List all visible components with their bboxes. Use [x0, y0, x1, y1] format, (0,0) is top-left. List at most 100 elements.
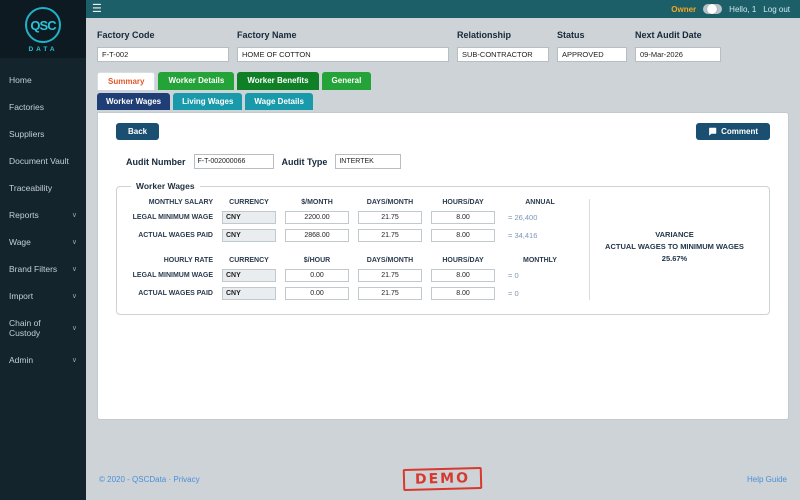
monthly-actual-currency-input[interactable] [222, 229, 276, 242]
sidebar-item-import[interactable]: Import ∨ [0, 282, 86, 309]
chevron-down-icon: ∨ [72, 265, 77, 273]
variance-value: 25.67% [596, 253, 753, 265]
comment-button-label: Comment [721, 127, 758, 136]
hourly-legal-monthly-total: = 0 [504, 271, 576, 280]
sidebar-item-label: Brand Filters [9, 264, 57, 274]
privacy-link[interactable]: Privacy [173, 475, 199, 484]
relationship-input[interactable] [457, 47, 549, 62]
sidebar-item-label: Wage [9, 237, 31, 247]
toggle-knob-icon [707, 4, 717, 14]
hourly-legal-amount-input[interactable] [285, 269, 349, 282]
theme-toggle[interactable] [703, 4, 722, 14]
monthly-actual-amount-input[interactable] [285, 229, 349, 242]
monthly-legal-currency-input[interactable] [222, 211, 276, 224]
chevron-down-icon: ∨ [72, 356, 77, 364]
audit-type-input[interactable] [335, 154, 401, 169]
user-role-label: Owner [671, 5, 696, 14]
monthly-legal-amount-input[interactable] [285, 211, 349, 224]
worker-wages-legend: Worker Wages [131, 181, 200, 191]
tab-bar: Summary Worker Details Worker Benefits G… [97, 72, 789, 90]
hourly-actual-currency-input[interactable] [222, 287, 276, 300]
wages-body: MONTHLY SALARY CURRENCY $/MONTH DAYS/MON… [127, 199, 759, 300]
sidebar-item-label: Reports [9, 210, 39, 220]
sidebar-item-wage[interactable]: Wage ∨ [0, 228, 86, 255]
status-input[interactable] [557, 47, 627, 62]
row-label-legal-minimum-wage: LEGAL MINIMUM WAGE [127, 272, 213, 279]
worker-wages-panel: Back Comment Audit Number Audit Type [97, 112, 789, 420]
monthly-actual-hours-input[interactable] [431, 229, 495, 242]
footer: © 2020 - QSCData · Privacy DEMO Help Gui… [97, 452, 789, 500]
sidebar: QSC DATA Home Factories Suppliers Docume… [0, 0, 86, 500]
hourly-legal-hours-input[interactable] [431, 269, 495, 282]
hourly-actual-hours-input[interactable] [431, 287, 495, 300]
tab-worker-benefits[interactable]: Worker Benefits [237, 72, 318, 90]
column-header: MONTHLY [504, 257, 576, 264]
subtab-worker-wages[interactable]: Worker Wages [97, 93, 170, 110]
sidebar-item-traceability[interactable]: Traceability [0, 174, 86, 201]
sidebar-item-factories[interactable]: Factories [0, 93, 86, 120]
sidebar-item-label: Chain of Custody [9, 318, 68, 338]
separator-dot: · [169, 475, 172, 484]
field-factory-name: Factory Name [237, 30, 449, 62]
hourly-legal-currency-input[interactable] [222, 269, 276, 282]
sidebar-item-admin[interactable]: Admin ∨ [0, 346, 86, 373]
tab-worker-details[interactable]: Worker Details [158, 72, 234, 90]
logo-subtext: DATA [0, 46, 86, 53]
hourly-legal-days-input[interactable] [358, 269, 422, 282]
logout-link[interactable]: Log out [763, 5, 790, 14]
status-label: Status [557, 30, 627, 40]
tab-summary[interactable]: Summary [97, 72, 155, 90]
sidebar-item-label: Traceability [9, 183, 52, 193]
factory-name-label: Factory Name [237, 30, 449, 40]
variance-panel: VARIANCE ACTUAL WAGES TO MINIMUM WAGES 2… [589, 199, 759, 300]
next-audit-date-label: Next Audit Date [635, 30, 721, 40]
hourly-rate-table: HOURLY RATE CURRENCY $/HOUR DAYS/MONTH H… [127, 257, 579, 300]
row-label-actual-wages-paid: ACTUAL WAGES PAID [127, 232, 213, 239]
sidebar-nav: Home Factories Suppliers Document Vault … [0, 58, 86, 373]
chevron-down-icon: ∨ [72, 324, 77, 332]
column-header: MONTHLY SALARY [127, 199, 213, 206]
sidebar-item-home[interactable]: Home [0, 66, 86, 93]
worker-wages-fieldset: Worker Wages MONTHLY SALARY CURRENCY $/M… [116, 181, 770, 315]
subtab-wage-details[interactable]: Wage Details [245, 93, 313, 110]
factory-name-input[interactable] [237, 47, 449, 62]
comment-button[interactable]: Comment [696, 123, 770, 140]
monthly-salary-table: MONTHLY SALARY CURRENCY $/MONTH DAYS/MON… [127, 199, 579, 242]
column-header: $/HOUR [285, 257, 349, 264]
hourly-actual-days-input[interactable] [358, 287, 422, 300]
column-header: HOURLY RATE [127, 257, 213, 264]
hourly-actual-amount-input[interactable] [285, 287, 349, 300]
greeting-link[interactable]: Hello, 1 [729, 5, 756, 14]
tab-general[interactable]: General [322, 72, 372, 90]
audit-number-input[interactable] [194, 154, 274, 169]
relationship-label: Relationship [457, 30, 549, 40]
help-guide-link[interactable]: Help Guide [747, 475, 787, 484]
subtab-living-wages[interactable]: Living Wages [173, 93, 242, 110]
hamburger-menu-icon[interactable]: ☰ [92, 4, 102, 15]
topbar-right: Owner Hello, 1 Log out [671, 4, 790, 14]
column-header: $/MONTH [285, 199, 349, 206]
sidebar-item-reports[interactable]: Reports ∨ [0, 201, 86, 228]
row-label-legal-minimum-wage: LEGAL MINIMUM WAGE [127, 214, 213, 221]
next-audit-date-input[interactable] [635, 47, 721, 62]
app-logo: QSC DATA [0, 0, 86, 58]
row-label-actual-wages-paid: ACTUAL WAGES PAID [127, 290, 213, 297]
hourly-actual-monthly-total: = 0 [504, 289, 576, 298]
back-button[interactable]: Back [116, 123, 159, 140]
monthly-legal-hours-input[interactable] [431, 211, 495, 224]
footer-left: © 2020 - QSCData · Privacy [99, 475, 403, 484]
field-status: Status [557, 30, 627, 62]
monthly-actual-days-input[interactable] [358, 229, 422, 242]
factory-code-input[interactable] [97, 47, 229, 62]
monthly-legal-days-input[interactable] [358, 211, 422, 224]
sidebar-item-document-vault[interactable]: Document Vault [0, 147, 86, 174]
column-header: CURRENCY [222, 199, 276, 206]
sidebar-item-label: Admin [9, 355, 33, 365]
sidebar-item-chain-of-custody[interactable]: Chain of Custody ∨ [0, 309, 86, 346]
sidebar-item-suppliers[interactable]: Suppliers [0, 120, 86, 147]
chevron-down-icon: ∨ [72, 211, 77, 219]
chevron-down-icon: ∨ [72, 238, 77, 246]
sidebar-item-brand-filters[interactable]: Brand Filters ∨ [0, 255, 86, 282]
audit-type-label: Audit Type [282, 157, 328, 167]
panel-toolbar: Back Comment [116, 123, 770, 140]
